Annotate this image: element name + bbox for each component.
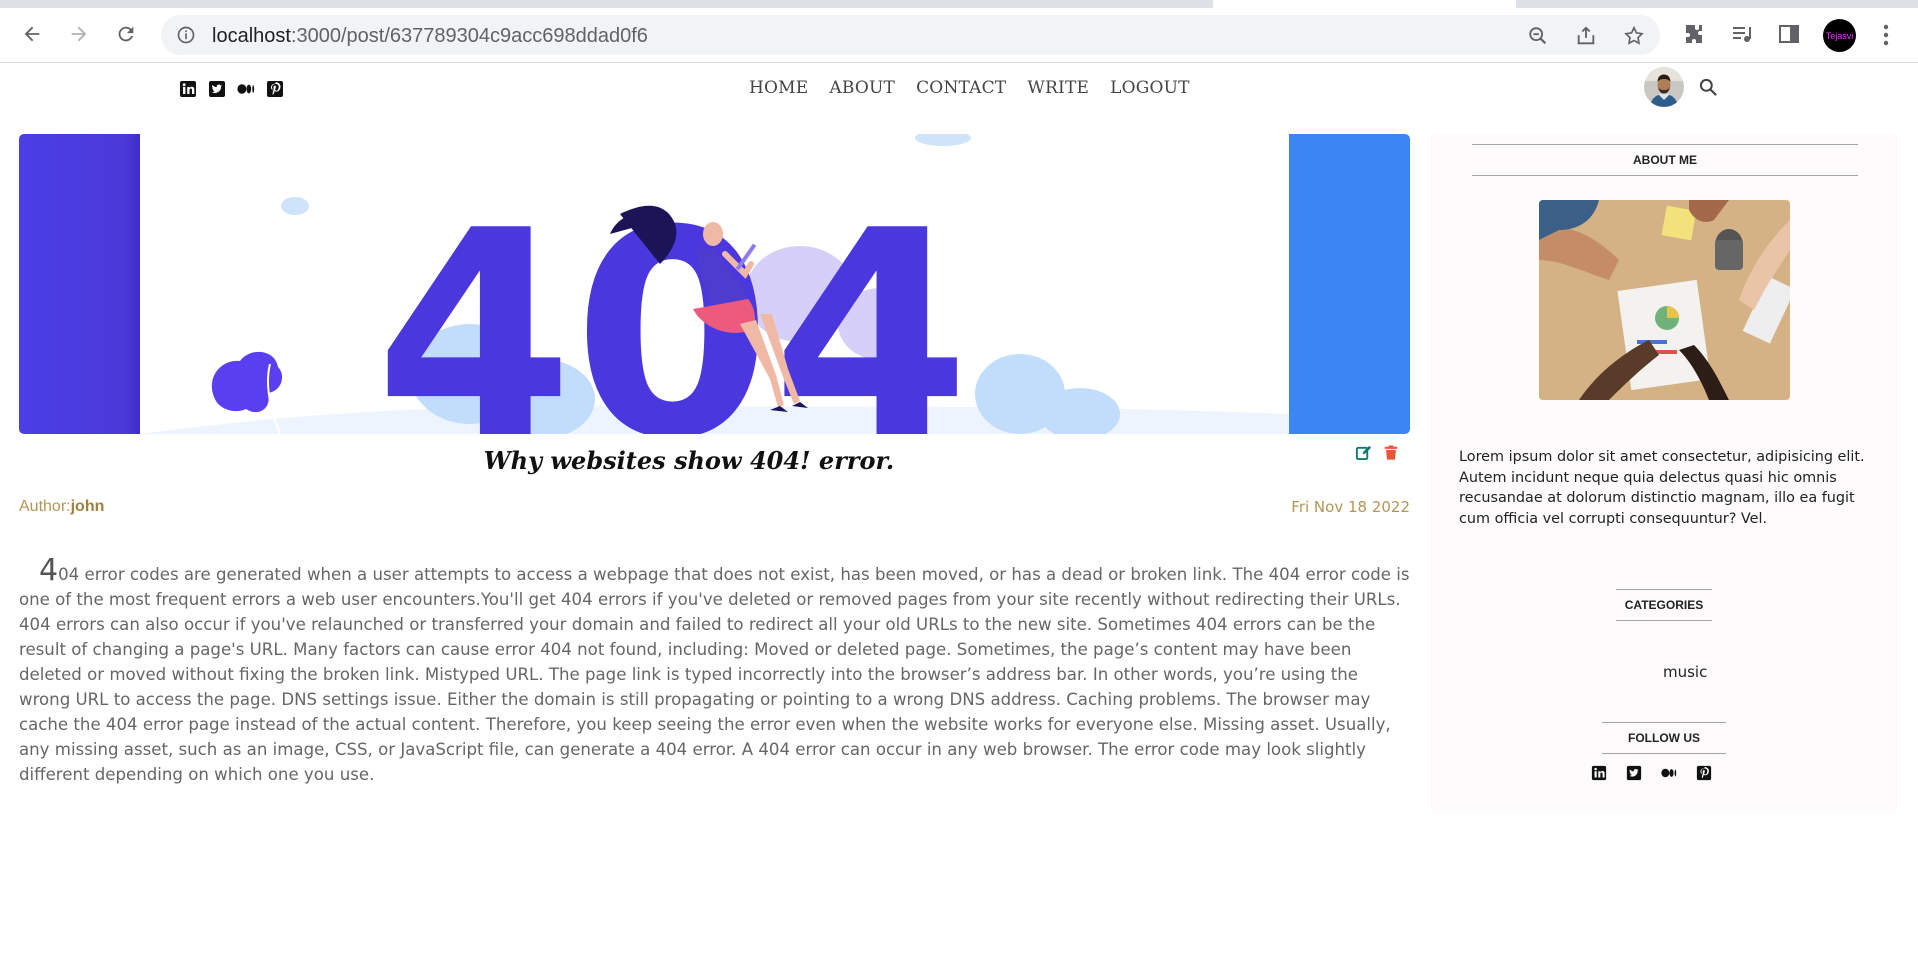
sidebar-social-links xyxy=(1591,765,1712,781)
nav-logout[interactable]: LOGOUT xyxy=(1110,78,1190,98)
twitter-icon[interactable] xyxy=(208,80,226,98)
404-illustration: 404 xyxy=(140,134,1289,434)
hero-404-text: 404 xyxy=(375,170,970,434)
profile-avatar-button[interactable]: Tejasvi xyxy=(1823,19,1856,52)
search-icon[interactable] xyxy=(1698,77,1718,97)
categories-heading: CATEGORIES xyxy=(1616,589,1712,621)
about-me-image xyxy=(1539,200,1790,400)
url-host: localhost xyxy=(212,25,291,47)
header-social-links xyxy=(179,80,284,98)
arrow-left-icon xyxy=(24,26,40,42)
side-panel-icon[interactable] xyxy=(1777,22,1801,46)
medium-icon[interactable] xyxy=(237,80,255,98)
post-actions xyxy=(1354,443,1400,461)
url-text[interactable]: localhost:3000/post/637789304c9acc698dda… xyxy=(212,25,648,48)
about-me-heading: ABOUT ME xyxy=(1472,144,1858,176)
about-me-text: Lorem ipsum dolor sit amet consectetur, … xyxy=(1459,449,1865,527)
pinterest-icon[interactable] xyxy=(1696,765,1712,781)
author-name-link[interactable]: john xyxy=(71,498,105,515)
site-header: HOME ABOUT CONTACT WRITE LOGOUT xyxy=(0,64,1918,116)
reload-icon xyxy=(118,26,134,42)
reload-button[interactable] xyxy=(111,19,141,49)
tab-strip-segment xyxy=(0,0,1213,8)
tab-strip-segment xyxy=(1516,0,1918,8)
share-icon[interactable] xyxy=(1575,25,1597,47)
address-bar[interactable]: localhost:3000/post/637789304c9acc698dda… xyxy=(161,15,1660,55)
bookmark-star-icon[interactable] xyxy=(1623,25,1645,47)
twitter-icon[interactable] xyxy=(1626,765,1642,781)
follow-us-heading: FOLLOW US xyxy=(1602,722,1726,754)
single-post: 404 Why websites show 404! error. Author… xyxy=(19,134,1410,784)
post-title: Why websites show 404! error. xyxy=(483,446,895,475)
forward-button[interactable] xyxy=(64,19,94,49)
url-path: :3000/post/637789304c9acc698ddad0f6 xyxy=(290,25,648,47)
trash-icon xyxy=(1384,444,1398,460)
nav-write[interactable]: WRITE xyxy=(1027,78,1089,98)
post-hero-image: 404 xyxy=(19,134,1410,434)
pinterest-icon[interactable] xyxy=(266,80,284,98)
hero-left-band xyxy=(19,134,140,434)
info-icon[interactable] xyxy=(176,25,196,45)
nav-contact[interactable]: CONTACT xyxy=(916,78,1006,98)
category-item[interactable]: music xyxy=(1663,663,1707,681)
back-button[interactable] xyxy=(17,19,47,49)
arrow-right-icon xyxy=(71,26,87,42)
linkedin-icon[interactable] xyxy=(179,80,197,98)
media-queue-icon[interactable] xyxy=(1730,22,1754,46)
nav-home[interactable]: HOME xyxy=(749,78,808,98)
linkedin-icon[interactable] xyxy=(1591,765,1607,781)
tab-strip xyxy=(0,0,1918,8)
extensions-icon[interactable] xyxy=(1683,22,1707,46)
post-author: Author:john xyxy=(19,498,104,516)
hero-right-band xyxy=(1289,134,1410,434)
author-label: Author: xyxy=(19,498,71,515)
browser-toolbar: localhost:3000/post/637789304c9acc698dda… xyxy=(0,0,1918,63)
post-dropcap: 4 xyxy=(39,553,59,588)
delete-button[interactable] xyxy=(1382,443,1400,461)
user-avatar[interactable] xyxy=(1644,67,1684,107)
zoom-out-icon[interactable] xyxy=(1527,25,1549,47)
medium-icon[interactable] xyxy=(1661,765,1677,781)
nav-about[interactable]: ABOUT xyxy=(829,78,895,98)
more-menu-icon[interactable] xyxy=(1876,22,1896,48)
post-description: 404 error codes are generated when a use… xyxy=(19,556,1410,787)
post-body-text: 04 error codes are generated when a user… xyxy=(19,565,1410,784)
sidebar: ABOUT ME Lorem ipsum dolor sit amet cons… xyxy=(1430,134,1898,812)
main-nav: HOME ABOUT CONTACT WRITE LOGOUT xyxy=(749,78,1190,98)
post-date: Fri Nov 18 2022 xyxy=(1291,498,1410,516)
